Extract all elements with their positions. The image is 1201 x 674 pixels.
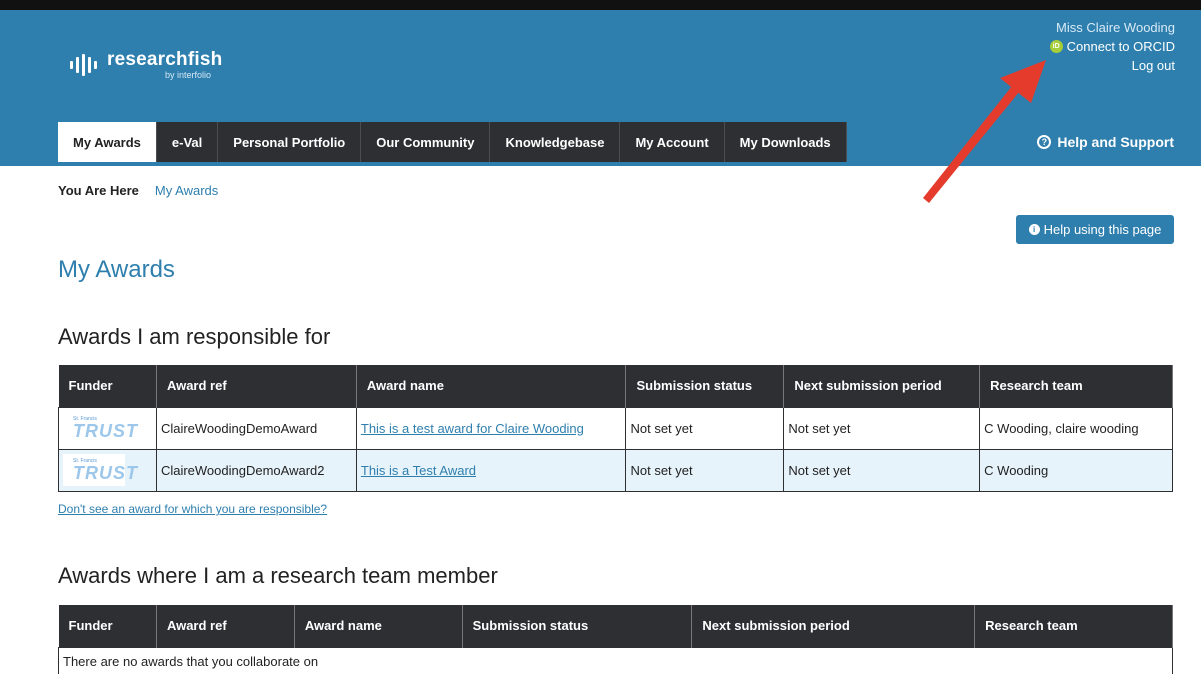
column-header: Submission status	[625, 365, 785, 407]
help-using-page-label: Help using this page	[1043, 222, 1162, 237]
funder-logo: St. Francis TRUST	[63, 454, 137, 486]
breadcrumb: You Are Here My Awards	[58, 183, 218, 198]
logo-bars-icon	[70, 54, 97, 76]
researchfish-logo[interactable]: researchfish by interfolio	[70, 50, 222, 80]
main-nav: My Awards e-Val Personal Portfolio Our C…	[58, 122, 847, 162]
column-header: Next submission period	[691, 605, 976, 647]
column-header: Award ref	[156, 605, 295, 647]
orcid-icon: iD	[1049, 40, 1063, 53]
connect-orcid-link[interactable]: iD Connect to ORCID	[1049, 37, 1175, 56]
brand-sub: by interfolio	[165, 70, 212, 80]
funder-logo: St. Francis TRUST	[63, 412, 137, 444]
award-name-cell: This is a test award for Claire Wooding	[355, 406, 627, 450]
tab-my-downloads[interactable]: My Downloads	[724, 122, 847, 162]
column-header: Next submission period	[783, 365, 981, 407]
page-title: My Awards	[58, 256, 175, 283]
research-team-cell: C Wooding	[979, 448, 1173, 492]
top-black-bar	[0, 0, 1201, 10]
user-name: Miss Claire Wooding	[1056, 20, 1175, 35]
column-header: Funder	[58, 365, 157, 407]
award-name-link[interactable]: This is a Test Award	[361, 463, 476, 478]
column-header: Research team	[974, 605, 1173, 647]
tab-my-account[interactable]: My Account	[620, 122, 725, 162]
tab-knowledgebase[interactable]: Knowledgebase	[490, 122, 621, 162]
tab-my-awards[interactable]: My Awards	[58, 122, 157, 162]
award-ref-cell: ClaireWoodingDemoAward	[155, 406, 357, 450]
submission-status-cell: Not set yet	[625, 406, 785, 450]
column-header: Award name	[294, 605, 463, 647]
column-header: Funder	[58, 605, 157, 647]
missing-award-link[interactable]: Don't see an award for which you are res…	[58, 502, 327, 516]
member-section-title: Awards where I am a research team member	[58, 563, 498, 588]
next-period-cell: Not set yet	[783, 448, 981, 492]
research-team-cell: C Wooding, claire wooding	[979, 406, 1173, 450]
brand-name: researchfish	[107, 49, 223, 70]
breadcrumb-my-awards-link[interactable]: My Awards	[155, 183, 218, 198]
award-name-link[interactable]: This is a test award for Claire Wooding	[361, 421, 584, 436]
help-using-page-button[interactable]: i Help using this page	[1016, 215, 1174, 244]
responsible-section-title: Awards I am responsible for	[58, 324, 331, 349]
column-header: Research team	[979, 365, 1173, 407]
award-name-cell: This is a Test Award	[355, 448, 627, 492]
help-support-link[interactable]: ? Help and Support	[1037, 134, 1174, 150]
user-area: Miss Claire Wooding iD Connect to ORCID …	[1049, 18, 1175, 75]
logout-link[interactable]: Log out	[1050, 56, 1175, 75]
table-row: St. Francis TRUST ClaireWoodingDemoAward…	[58, 448, 1173, 492]
tab-e-val[interactable]: e-Val	[156, 122, 219, 162]
next-period-cell: Not set yet	[783, 406, 981, 450]
tab-personal-portfolio[interactable]: Personal Portfolio	[218, 122, 362, 162]
column-header: Submission status	[462, 605, 693, 647]
table-row: There are no awards that you collaborate…	[58, 646, 1173, 674]
responsible-awards-table: Funder Award ref Award name Submission s…	[58, 365, 1173, 492]
empty-message: There are no awards that you collaborate…	[58, 646, 1173, 674]
column-header: Award name	[356, 365, 627, 407]
funder-cell: St. Francis TRUST	[58, 448, 157, 492]
member-awards-table: Funder Award ref Award name Submission s…	[58, 605, 1173, 674]
help-support-label: Help and Support	[1057, 134, 1174, 150]
funder-cell: St. Francis TRUST	[58, 406, 157, 450]
question-circle-icon: ?	[1037, 135, 1052, 149]
info-circle-icon: i	[1028, 224, 1040, 235]
breadcrumb-here-label: You Are Here	[58, 183, 139, 198]
submission-status-cell: Not set yet	[625, 448, 785, 492]
tab-our-community[interactable]: Our Community	[361, 122, 491, 162]
table-row: St. Francis TRUST ClaireWoodingDemoAward…	[58, 406, 1173, 450]
table-header-row: Funder Award ref Award name Submission s…	[58, 365, 1173, 407]
award-ref-cell: ClaireWoodingDemoAward2	[155, 448, 357, 492]
column-header: Award ref	[156, 365, 357, 407]
connect-orcid-label: Connect to ORCID	[1066, 39, 1175, 54]
table-header-row: Funder Award ref Award name Submission s…	[58, 605, 1173, 647]
